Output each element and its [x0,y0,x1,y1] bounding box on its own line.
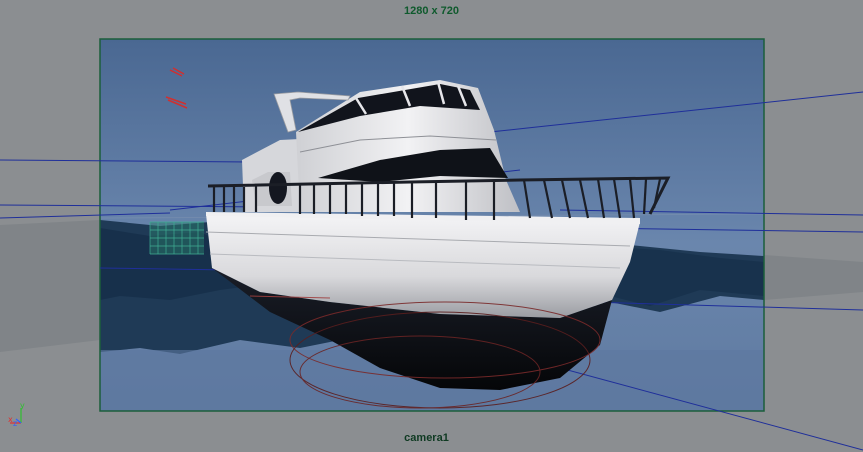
axis-gizmo: y x z [8,401,25,428]
resolution-label: 1280 x 720 [403,5,460,17]
axis-z-label: z [13,419,17,428]
viewport-canvas[interactable]: y x z [0,0,863,452]
grid-object[interactable] [149,221,204,255]
axis-y-label: y [20,401,25,410]
camera-name-label: camera1 [404,432,449,444]
